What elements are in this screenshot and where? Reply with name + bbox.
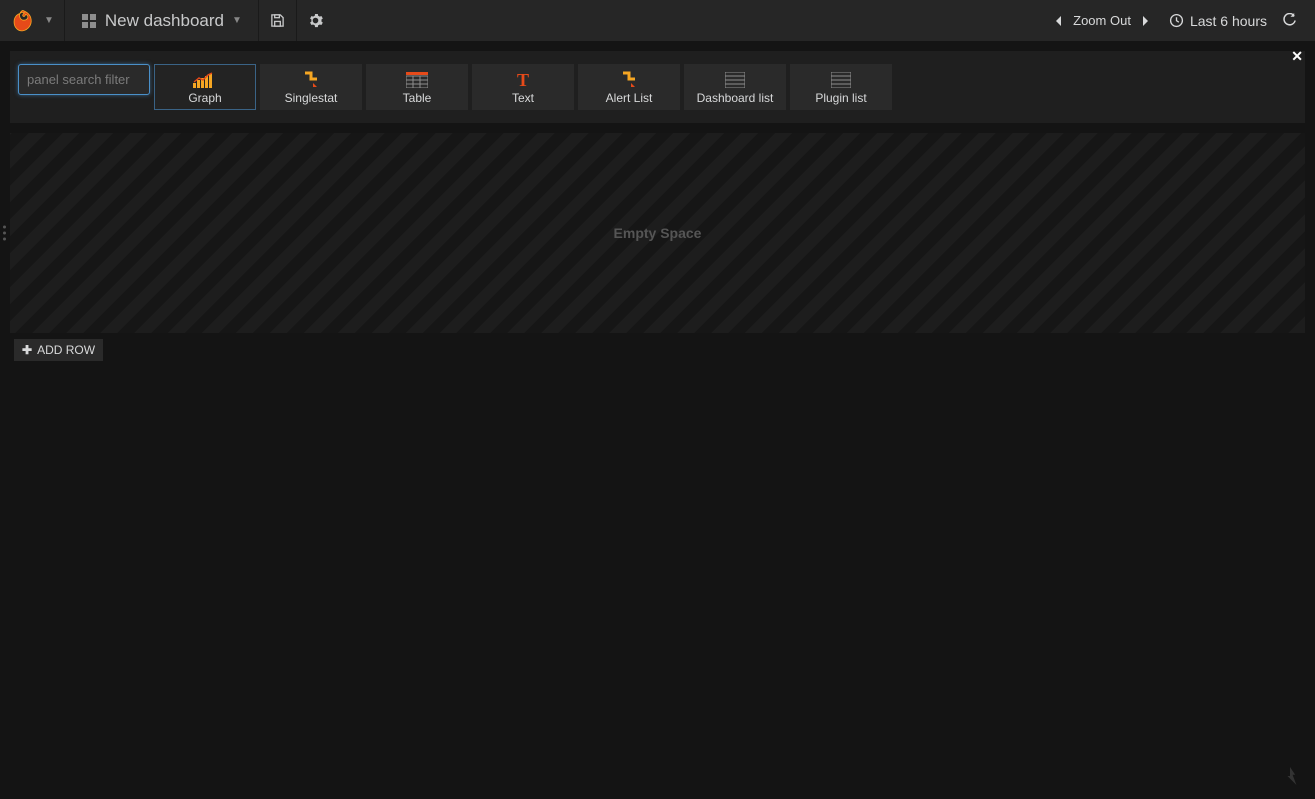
- zoom-out-button[interactable]: Zoom Out: [1073, 13, 1131, 28]
- panel-tile-label: Dashboard list: [697, 91, 774, 105]
- caret-down-icon: ▼: [44, 15, 54, 26]
- panel-tile-label: Plugin list: [815, 91, 866, 105]
- settings-button[interactable]: [297, 0, 335, 41]
- refresh-button[interactable]: [1273, 0, 1305, 41]
- dashboard-title: New dashboard: [105, 11, 224, 31]
- panel-tile-label: Singlestat: [285, 91, 338, 105]
- top-navbar: ▼ New dashboard ▼: [0, 0, 1315, 41]
- clock-icon: [1169, 13, 1184, 28]
- plus-icon: ✚: [22, 343, 32, 357]
- list-icon: [725, 70, 745, 90]
- time-range-button[interactable]: Last 6 hours: [1169, 13, 1267, 29]
- alert-icon: [619, 70, 639, 90]
- navbar-spacer: [335, 0, 1053, 41]
- panel-tile-label: Table: [403, 91, 432, 105]
- time-next-button[interactable]: [1141, 15, 1151, 27]
- dashboard-row-empty[interactable]: Empty Space: [10, 133, 1305, 333]
- panel-tile-list: Graph Singlestat Table T Text Alert List Dashb…: [154, 64, 892, 110]
- brand-menu[interactable]: ▼: [0, 0, 65, 41]
- close-picker-button[interactable]: ✕: [1291, 49, 1303, 63]
- svg-text:T: T: [517, 71, 529, 89]
- panel-picker-row: ✕ Graph Singlestat Table T Text Alert List Das…: [10, 51, 1305, 123]
- dashboard-grid-icon: [81, 13, 97, 29]
- panel-tile-graph[interactable]: Graph: [154, 64, 256, 110]
- caret-down-icon: ▼: [232, 15, 242, 26]
- add-row-label: ADD ROW: [37, 343, 95, 357]
- grafana-logo-icon: [10, 8, 36, 34]
- panel-tile-dashboard-list[interactable]: Dashboard list: [684, 64, 786, 110]
- add-row-button[interactable]: ✚ ADD ROW: [14, 339, 103, 361]
- empty-space-label: Empty Space: [614, 225, 702, 241]
- navbar-right: Zoom Out Last 6 hours: [1053, 0, 1315, 41]
- graph-icon: [191, 70, 219, 90]
- panel-tile-alert-list[interactable]: Alert List: [578, 64, 680, 110]
- panel-tile-label: Text: [512, 91, 534, 105]
- footer-brand-icon: [1283, 767, 1297, 785]
- list-icon: [831, 70, 851, 90]
- time-nav-group: Zoom Out: [1053, 13, 1151, 28]
- panel-tile-singlestat[interactable]: Singlestat: [260, 64, 362, 110]
- save-icon: [270, 13, 285, 28]
- text-icon: T: [514, 70, 532, 90]
- row-handle[interactable]: [3, 226, 6, 241]
- panel-tile-text[interactable]: T Text: [472, 64, 574, 110]
- save-button[interactable]: [259, 0, 297, 41]
- panel-tile-table[interactable]: Table: [366, 64, 468, 110]
- panel-search-input[interactable]: [18, 64, 150, 95]
- panel-tile-label: Alert List: [606, 91, 653, 105]
- refresh-icon: [1282, 13, 1297, 28]
- dashboard-title-button[interactable]: New dashboard ▼: [65, 0, 259, 41]
- panel-tile-label: Graph: [188, 91, 221, 105]
- gear-icon: [308, 13, 323, 28]
- time-range-label: Last 6 hours: [1190, 13, 1267, 29]
- table-icon: [406, 70, 428, 90]
- singlestat-icon: [301, 70, 321, 90]
- time-prev-button[interactable]: [1053, 15, 1063, 27]
- panel-tile-plugin-list[interactable]: Plugin list: [790, 64, 892, 110]
